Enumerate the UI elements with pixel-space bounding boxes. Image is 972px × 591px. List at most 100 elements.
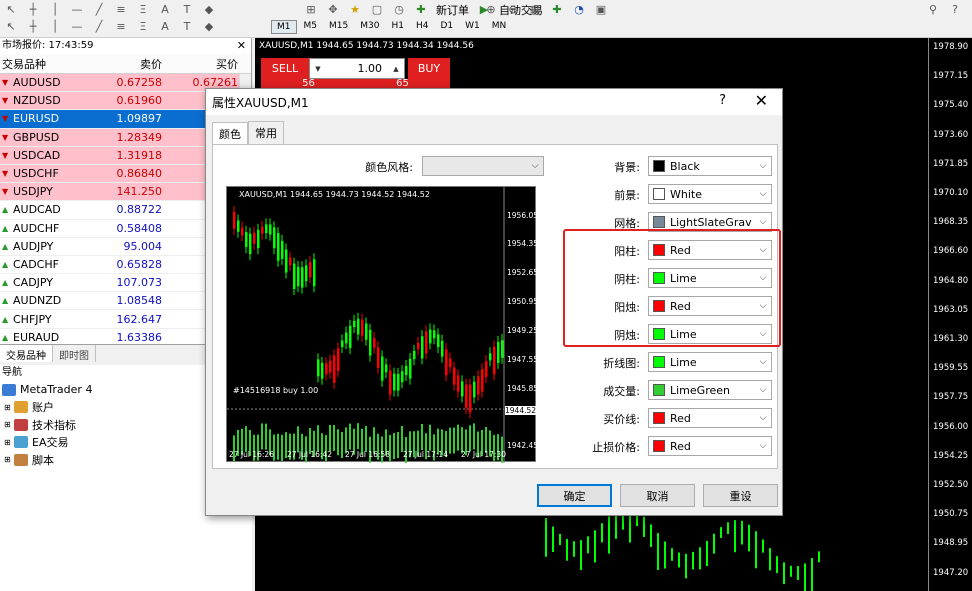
search-icon[interactable]: ⚲ (924, 2, 942, 18)
color-scheme-label: 颜色风格: (365, 161, 413, 174)
chevron-down-icon: ⌵ (759, 217, 767, 227)
fibo-tool-icon[interactable]: Ξ (134, 19, 152, 35)
symbol-cell: ▲ EURAUD (0, 331, 96, 344)
expand-icon[interactable]: ⊞ (4, 438, 14, 447)
timeframe-w1-button[interactable]: W1 (460, 20, 485, 34)
sell-button[interactable]: SELL (261, 58, 309, 79)
tab-colors[interactable]: 颜色 (212, 122, 248, 145)
timeframe-mn-button[interactable]: MN (487, 20, 512, 34)
arrows-icon[interactable]: ◆ (200, 2, 218, 18)
main-candle (734, 519, 736, 553)
help-icon[interactable]: ? (719, 93, 726, 108)
color-select[interactable]: White ⌵ (648, 184, 772, 204)
expand-icon[interactable]: ⊞ (4, 455, 14, 464)
symbol-cell: ▼ NZDUSD (0, 94, 96, 107)
lot-decrease-icon[interactable]: ▼ (310, 65, 326, 73)
color-value: LimeGreen (670, 383, 730, 397)
column-bid[interactable]: 卖价 (96, 56, 166, 72)
preview-price-tick: 1956.05 (507, 211, 539, 220)
column-ask[interactable]: 买价 (166, 56, 238, 72)
timeframe-m15-button[interactable]: M15 (324, 20, 353, 34)
reset-button[interactable]: 重设 (703, 484, 778, 507)
preview-candle (385, 364, 388, 373)
indicator-icon[interactable]: ✚ (548, 2, 566, 18)
timeframe-m5-button[interactable]: M5 (299, 20, 323, 34)
buy-button[interactable]: BUY (408, 58, 450, 79)
lot-size-stepper[interactable]: ▼ 1.00 ▲ (309, 58, 405, 79)
grid-icon[interactable]: ⊞ (302, 2, 320, 18)
bid-cell: 162.647 (116, 312, 163, 326)
timeframe-h1-button[interactable]: H1 (386, 20, 409, 34)
tab-common[interactable]: 常用 (248, 121, 284, 144)
tab-tick-chart[interactable]: 即时图 (53, 345, 96, 362)
timeframe-m1-button[interactable]: M1 (271, 19, 297, 34)
cancel-button[interactable]: 取消 (620, 484, 695, 507)
column-symbol[interactable]: 交易品种 (0, 56, 96, 72)
trend-tool-icon[interactable]: ╱ (90, 19, 108, 35)
timeframe-h4-button[interactable]: H4 (411, 20, 434, 34)
zoom-in-icon[interactable]: ⊕ (482, 2, 500, 18)
new-order-button[interactable]: 新订单 (436, 2, 469, 18)
color-select[interactable]: Black ⌵ (648, 156, 772, 176)
text-icon[interactable]: A (156, 2, 174, 18)
color-select[interactable]: Red ⌵ (648, 408, 772, 428)
crosshair-icon[interactable]: ┼ (24, 2, 42, 18)
expand-icon[interactable]: ⊞ (4, 403, 14, 412)
label-tool-icon[interactable]: T (178, 19, 196, 35)
close-icon[interactable]: ✕ (237, 38, 246, 54)
preview-volume-bar (365, 425, 367, 452)
price-tick-label: 1950.75 (933, 509, 969, 520)
shapes-tool-icon[interactable]: ◆ (200, 19, 218, 35)
lot-increase-icon[interactable]: ▲ (388, 65, 404, 73)
chevron-down-icon: ⌵ (759, 385, 767, 395)
color-value: LightSlateGrav (670, 215, 752, 229)
hline-tool-icon[interactable]: — (68, 19, 86, 35)
vertical-line-icon[interactable]: │ (46, 2, 64, 18)
label-icon[interactable]: T (178, 2, 196, 18)
tile-icon[interactable]: ▦ (526, 2, 544, 18)
main-candle (699, 547, 701, 570)
color-scheme-select[interactable]: ⌵ (422, 156, 544, 176)
vline-tool-icon[interactable]: │ (46, 19, 64, 35)
nav-item-label: EA交易 (32, 436, 69, 450)
lot-size-value[interactable]: 1.00 (326, 62, 388, 75)
horizontal-line-icon[interactable]: — (68, 2, 86, 18)
color-swatch (653, 188, 665, 200)
text-tool-icon[interactable]: A (156, 19, 174, 35)
price-tick-label: 1978.90 (933, 42, 969, 52)
ok-button[interactable]: 确定 (537, 484, 612, 507)
template-icon[interactable]: ▢ (368, 2, 386, 18)
preview-candle (441, 340, 444, 357)
preview-candle (285, 249, 288, 273)
color-label: 背景: (614, 161, 640, 174)
timeframe-d1-button[interactable]: D1 (435, 20, 458, 34)
trendline-icon[interactable]: ╱ (90, 2, 108, 18)
timeframe-m30-button[interactable]: M30 (355, 20, 384, 34)
new-order-icon[interactable]: ✚ (412, 2, 430, 18)
color-select[interactable]: Lime ⌵ (648, 352, 772, 372)
cursor-icon[interactable]: ↖ (2, 2, 20, 18)
preview-candle (481, 369, 484, 392)
color-select[interactable]: Red ⌵ (648, 436, 772, 456)
fibo-icon[interactable]: Ξ (134, 2, 152, 18)
cross-tool-icon[interactable]: ┼ (24, 19, 42, 35)
close-icon[interactable]: ✕ (755, 91, 768, 110)
main-candle (706, 540, 708, 567)
zoom-out-icon[interactable]: ⊖ (504, 2, 522, 18)
price-tick-label: 1961.30 (933, 334, 969, 344)
star-icon[interactable]: ★ (346, 2, 364, 18)
template-menu-icon[interactable]: ▣ (592, 2, 610, 18)
channel-icon[interactable]: ≡ (112, 2, 130, 18)
help-icon[interactable]: ? (946, 2, 964, 18)
period-icon[interactable]: ◔ (570, 2, 588, 18)
expand-icon[interactable]: ⊞ (4, 420, 14, 429)
channel-tool-icon[interactable]: ≡ (112, 19, 130, 35)
history-icon[interactable]: ◷ (390, 2, 408, 18)
move-icon[interactable]: ✥ (324, 2, 342, 18)
color-swatch (653, 440, 665, 452)
cursor-tool-icon[interactable]: ↖ (2, 19, 20, 35)
color-select[interactable]: LimeGreen ⌵ (648, 380, 772, 400)
main-candle (797, 566, 799, 580)
tab-symbols[interactable]: 交易品种 (0, 345, 53, 362)
symbol-name: GBPUSD (13, 130, 60, 144)
